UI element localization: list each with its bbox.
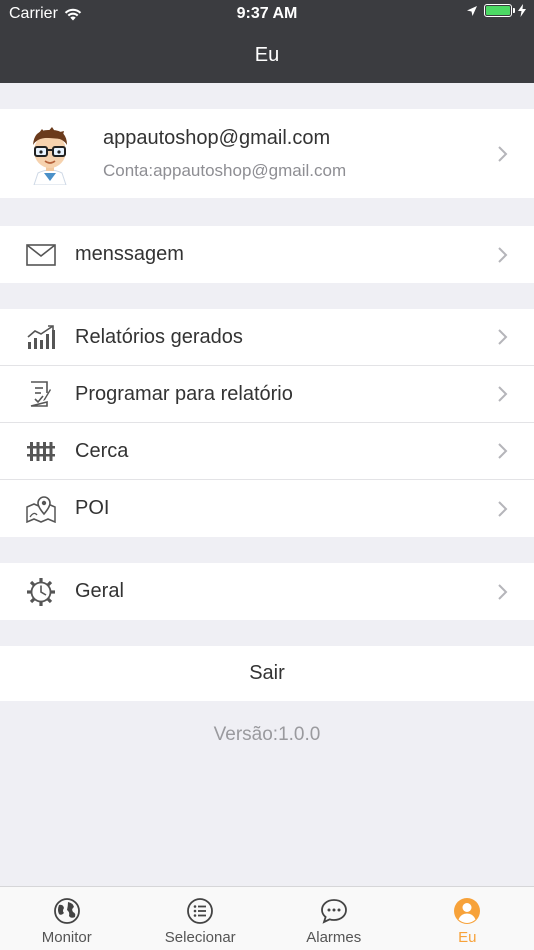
- menu-item-label: Geral: [75, 580, 124, 602]
- profile-account: Conta:appautoshop@gmail.com: [103, 161, 347, 180]
- tab-alarms[interactable]: Alarmes: [267, 887, 401, 950]
- chevron-right-icon: [498, 246, 508, 263]
- clock: 9:37 AM: [236, 5, 298, 22]
- reports-group: Relatórios gerados Programar para relató…: [0, 309, 534, 537]
- tab-label: Alarmes: [306, 929, 362, 946]
- charging-bolt-icon: [518, 4, 526, 17]
- chevron-right-icon: [498, 500, 508, 517]
- chevron-right-icon: [498, 386, 508, 402]
- profile-email: appautoshop@gmail.com: [103, 127, 331, 149]
- settings-group: Geral: [0, 563, 534, 620]
- menu-item-general[interactable]: Geral: [0, 563, 534, 620]
- menu-item-generated-reports[interactable]: Relatórios gerados: [0, 309, 534, 366]
- list-icon: [187, 898, 214, 924]
- fence-icon: [27, 442, 55, 461]
- gear-icon: [27, 577, 55, 606]
- menu-item-label: POI: [75, 497, 110, 519]
- location-arrow-icon: [467, 5, 477, 16]
- avatar: [33, 127, 67, 185]
- chat-bubble-icon: [320, 899, 347, 924]
- status-bar: Carrier 9:37 AM: [0, 0, 534, 28]
- menu-item-fence[interactable]: Cerca: [0, 423, 534, 480]
- menu-item-messages[interactable]: menssagem: [0, 226, 534, 283]
- tab-me[interactable]: Eu: [401, 887, 534, 950]
- menu-item-label: Programar para relatório: [75, 382, 293, 405]
- version-label: Versão:1.0.0: [213, 724, 321, 745]
- menu-item-label: Relatórios gerados: [75, 325, 243, 348]
- chevron-right-icon: [498, 583, 508, 600]
- tab-label: Eu: [458, 929, 477, 946]
- chart-trend-icon: [27, 325, 55, 349]
- menu-item-schedule-report[interactable]: Programar para relatório: [0, 366, 534, 423]
- page-title: Eu: [254, 44, 280, 66]
- tab-label: Monitor: [41, 929, 92, 946]
- user-icon: [454, 898, 481, 924]
- chevron-right-icon: [498, 443, 508, 459]
- battery-icon: [484, 4, 515, 17]
- chevron-right-icon: [498, 329, 508, 345]
- top-header: Carrier 9:37 AM Eu: [0, 0, 534, 83]
- tab-bar: Monitor Selecionar Alarmes Eu: [0, 886, 534, 950]
- schedule-report-icon: [30, 381, 51, 407]
- profile-row[interactable]: appautoshop@gmail.com Conta:appautoshop@…: [0, 109, 534, 198]
- menu-item-label: menssagem: [75, 243, 184, 265]
- globe-icon: [53, 898, 80, 924]
- menu-item-poi[interactable]: POI: [0, 480, 534, 537]
- map-pin-icon: [26, 495, 56, 523]
- menu-item-label: Cerca: [75, 439, 129, 462]
- chevron-right-icon: [498, 145, 508, 162]
- envelope-icon: [26, 243, 56, 266]
- logout-button[interactable]: Sair: [0, 646, 534, 701]
- tab-select[interactable]: Selecionar: [134, 887, 268, 950]
- tab-monitor[interactable]: Monitor: [0, 887, 134, 950]
- messages-group: menssagem: [0, 226, 534, 283]
- tab-label: Selecionar: [164, 929, 236, 946]
